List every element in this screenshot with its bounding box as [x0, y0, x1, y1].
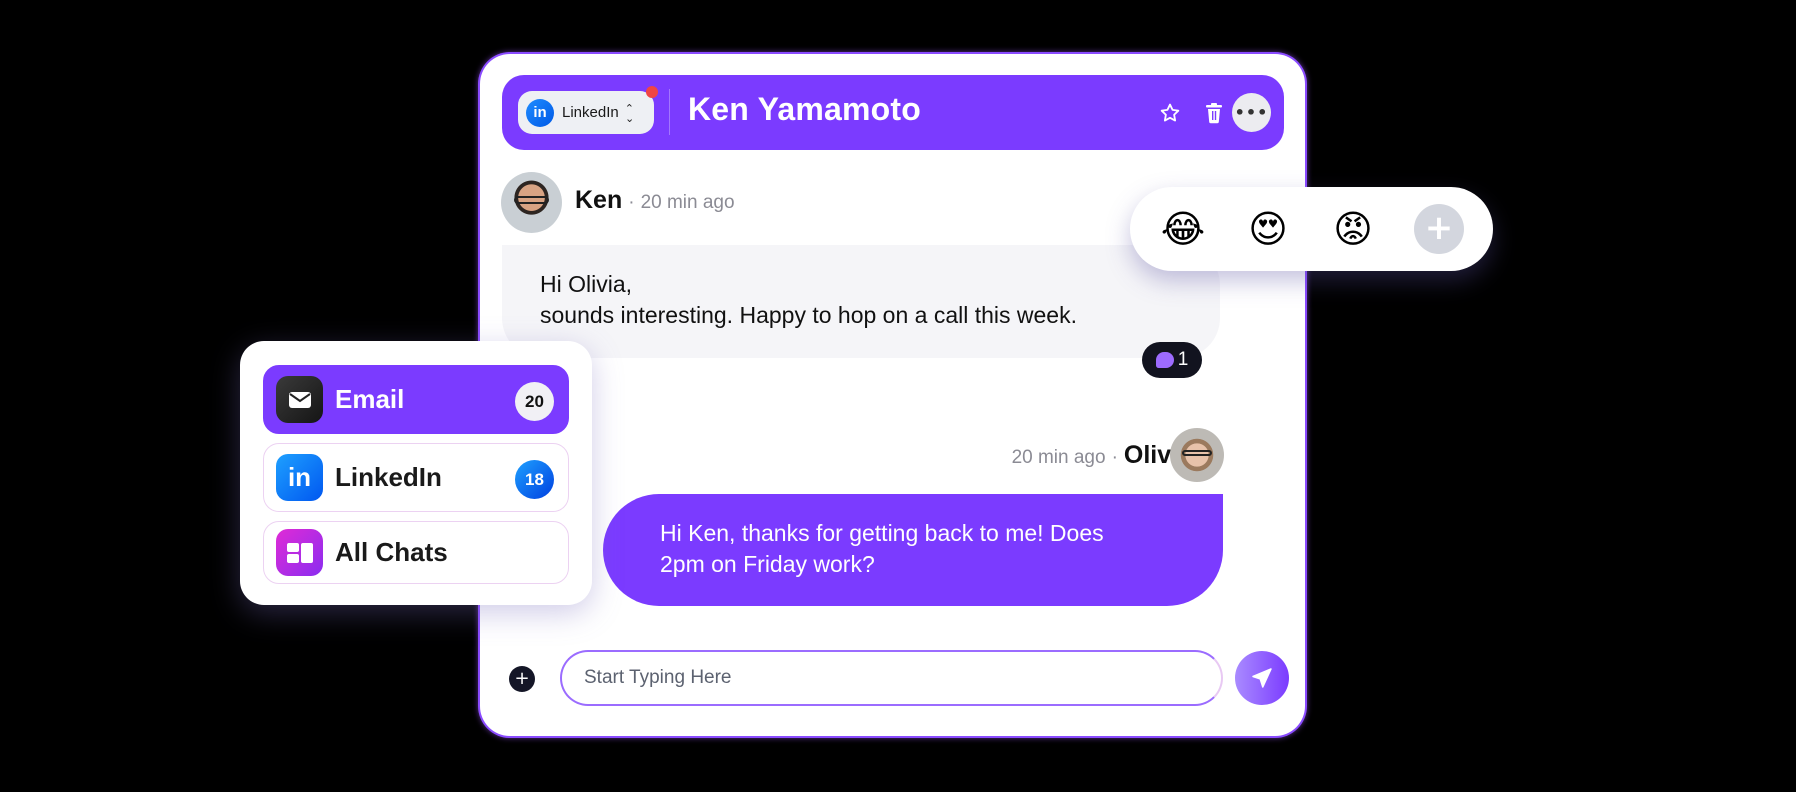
reaction-tears-of-joy[interactable]: 😂: [1160, 206, 1206, 252]
mail-icon: [276, 376, 323, 423]
sender-name: Ken: [575, 186, 623, 214]
chat-header: in LinkedIn ⌃ ⌃ Ken Yamamoto •••: [502, 75, 1284, 150]
message-bubble-received: Hi Olivia, sounds interesting. Happy to …: [502, 245, 1220, 358]
star-icon[interactable]: [1156, 99, 1184, 127]
linkedin-icon: in: [276, 454, 323, 501]
channel-selector[interactable]: in LinkedIn ⌃ ⌃: [518, 86, 658, 134]
message-meta: Ken · 20 min ago: [575, 186, 735, 215]
message-separator: ·: [1111, 447, 1118, 468]
contact-name: Ken Yamamoto: [688, 91, 921, 127]
channel-label: Email: [335, 384, 405, 414]
channel-label: LinkedIn: [335, 462, 442, 492]
avatar-ken: [501, 172, 562, 233]
chevron-updown-icon: ⌃ ⌃: [624, 101, 634, 124]
message-text: Hi Olivia, sounds interesting. Happy to …: [540, 271, 1077, 328]
message-time: 20 min ago: [640, 192, 735, 213]
unread-count-badge: 20: [515, 382, 554, 421]
message-bubble-sent: Hi Ken, thanks for getting back to me! D…: [603, 494, 1223, 606]
channel-item-email[interactable]: Email 20: [263, 365, 569, 434]
chat-bubble-icon: [1155, 352, 1174, 368]
add-reaction-button[interactable]: +: [1414, 204, 1464, 254]
linkedin-icon: in: [526, 98, 554, 127]
reaction-heart-eyes[interactable]: 😍: [1245, 206, 1291, 252]
thread-replies-badge[interactable]: 1: [1142, 342, 1202, 378]
more-horizontal-icon: •••: [1234, 103, 1269, 122]
grid-icon: [276, 529, 323, 576]
header-divider: [669, 89, 670, 135]
send-button[interactable]: [1235, 651, 1289, 705]
channel-list-panel: Email 20 in LinkedIn 18 All Chats: [240, 341, 592, 605]
send-icon: [1252, 668, 1272, 688]
unread-count-badge: 18: [515, 460, 554, 499]
message-input[interactable]: [560, 650, 1223, 706]
chat-window: in LinkedIn ⌃ ⌃ Ken Yamamoto ••• Ken · 20…: [480, 54, 1305, 736]
message-text: Hi Ken, thanks for getting back to me! D…: [660, 520, 1104, 577]
message-separator: ·: [628, 192, 635, 213]
trash-icon[interactable]: [1200, 99, 1228, 127]
reaction-picker: 😂 😍 😡 +: [1130, 187, 1493, 271]
channel-label: All Chats: [335, 537, 448, 567]
message-time: 20 min ago: [1011, 447, 1106, 468]
plus-icon: +: [514, 668, 530, 689]
avatar-olivia: [1170, 428, 1224, 482]
more-options-button[interactable]: •••: [1232, 93, 1271, 132]
add-attachment-button[interactable]: +: [509, 666, 535, 692]
message-meta: 20 min ago · Olivia: [1012, 441, 1192, 470]
channel-item-all-chats[interactable]: All Chats: [263, 521, 569, 584]
notification-dot: [646, 86, 658, 98]
channel-item-linkedin[interactable]: in LinkedIn 18: [263, 443, 569, 512]
plus-icon: +: [1424, 208, 1454, 248]
channel-selector-label: LinkedIn: [562, 104, 619, 121]
reply-count: 1: [1177, 349, 1189, 370]
reaction-angry[interactable]: 😡: [1330, 206, 1376, 252]
